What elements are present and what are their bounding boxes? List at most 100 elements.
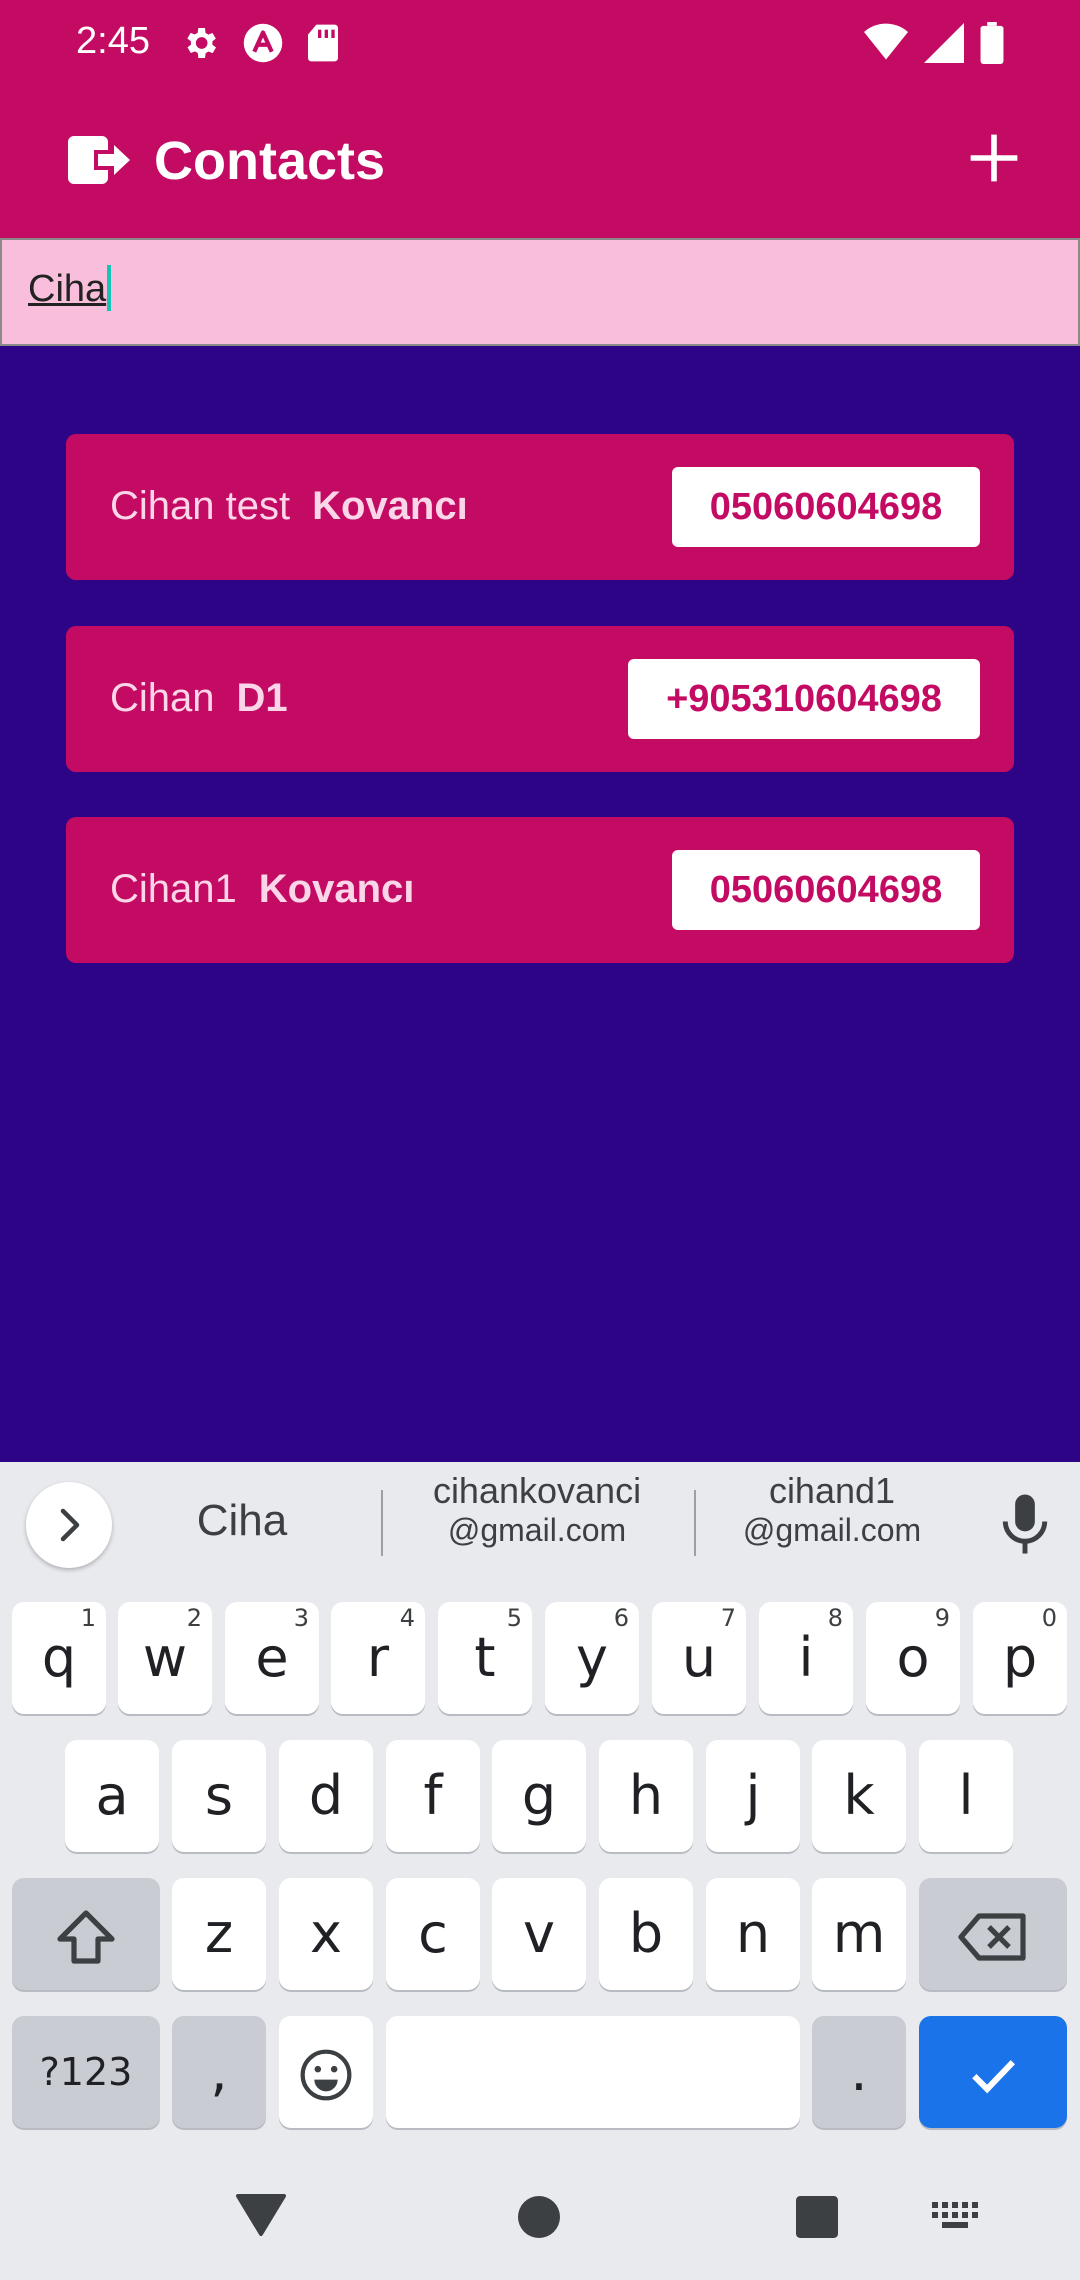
key-hint: 5 (506, 1604, 522, 1632)
key-l[interactable]: l (919, 1740, 1013, 1852)
suggestion-2[interactable]: cihankovanci @gmail.com (396, 1470, 678, 1549)
key-a[interactable]: a (65, 1740, 159, 1852)
wifi-icon (864, 23, 908, 60)
microphone-icon[interactable] (1000, 1492, 1050, 1556)
contact-name: Cihan1 Kovancı (110, 867, 414, 912)
key-m[interactable]: m (812, 1878, 906, 1990)
key-hint: 1 (80, 1604, 96, 1632)
emoji-icon (300, 2049, 352, 2101)
key-label: v (523, 1902, 555, 1965)
contact-name: Cihan D1 (110, 676, 288, 721)
suggestion-divider (694, 1490, 696, 1556)
key-c[interactable]: c (386, 1878, 480, 1990)
key-label: i (798, 1626, 814, 1689)
key-label: d (308, 1764, 344, 1827)
key-q[interactable]: q1 (12, 1602, 106, 1714)
key-f[interactable]: f (386, 1740, 480, 1852)
back-icon[interactable] (236, 2192, 286, 2238)
period-key[interactable]: . (812, 2016, 906, 2128)
contact-card[interactable]: Cihan1 Kovancı 05060604698 (66, 817, 1014, 963)
phone-button[interactable]: 05060604698 (672, 850, 980, 930)
contact-card[interactable]: Cihan test Kovancı 05060604698 (66, 434, 1014, 580)
text-cursor (107, 265, 112, 311)
contact-card[interactable]: Cihan D1 +905310604698 (66, 626, 1014, 772)
emoji-key[interactable] (279, 2016, 373, 2128)
key-label: m (832, 1902, 886, 1965)
key-label: c (418, 1902, 448, 1965)
space-key[interactable] (386, 2016, 800, 2128)
key-p[interactable]: p0 (973, 1602, 1067, 1714)
key-label: e (255, 1626, 289, 1689)
key-o[interactable]: o9 (866, 1602, 960, 1714)
key-label: y (576, 1626, 608, 1689)
symbols-key[interactable]: ?123 (12, 2016, 160, 2128)
suggestion-subtext: @gmail.com (742, 1512, 922, 1548)
suggestion-3[interactable]: cihand1 @gmail.com (710, 1470, 954, 1549)
key-hint: 3 (293, 1604, 309, 1632)
suggestion-divider (381, 1490, 383, 1556)
key-label: u (681, 1626, 717, 1689)
suggestion-1[interactable]: Ciha (140, 1496, 344, 1546)
key-j[interactable]: j (706, 1740, 800, 1852)
logout-icon[interactable] (68, 132, 130, 188)
phone-button[interactable]: 05060604698 (672, 467, 980, 547)
key-s[interactable]: s (172, 1740, 266, 1852)
contact-last-name: Kovancı (258, 867, 415, 911)
contact-first-name: Cihan1 (110, 867, 237, 911)
key-label: o (896, 1626, 930, 1689)
key-h[interactable]: h (599, 1740, 693, 1852)
key-n[interactable]: n (706, 1878, 800, 1990)
key-d[interactable]: d (279, 1740, 373, 1852)
key-label: w (142, 1626, 188, 1689)
key-label: t (474, 1626, 496, 1689)
recents-icon[interactable] (796, 2196, 838, 2238)
shift-key[interactable] (12, 1878, 160, 1990)
key-w[interactable]: w2 (118, 1602, 212, 1714)
search-input-value: Ciha (28, 268, 107, 311)
key-z[interactable]: z (172, 1878, 266, 1990)
key-k[interactable]: k (812, 1740, 906, 1852)
contact-first-name: Cihan (110, 676, 215, 720)
key-v[interactable]: v (492, 1878, 586, 1990)
home-icon[interactable] (518, 2196, 560, 2238)
search-input[interactable]: Ciha (0, 238, 1080, 346)
add-icon[interactable] (966, 130, 1022, 186)
signal-icon (924, 23, 964, 63)
expand-toolbar-button[interactable] (26, 1482, 112, 1568)
backspace-key[interactable] (919, 1878, 1067, 1990)
key-r[interactable]: r4 (331, 1602, 425, 1714)
keyboard-switch-icon[interactable] (932, 2202, 980, 2232)
key-u[interactable]: u7 (652, 1602, 746, 1714)
key-x[interactable]: x (279, 1878, 373, 1990)
key-label: f (423, 1764, 443, 1827)
comma-key[interactable]: , (172, 2016, 266, 2128)
gear-icon (187, 28, 216, 58)
key-label: r (366, 1626, 390, 1689)
shift-icon (57, 1910, 115, 1964)
contact-last-name: Kovancı (312, 484, 468, 528)
key-label: j (745, 1764, 761, 1827)
status-bar: 2:45 (0, 0, 1080, 90)
key-label: a (95, 1764, 129, 1827)
key-hint: 4 (399, 1604, 415, 1632)
key-g[interactable]: g (492, 1740, 586, 1852)
key-y[interactable]: y6 (545, 1602, 639, 1714)
suggestion-text: cihand1 (768, 1470, 896, 1511)
key-e[interactable]: e3 (225, 1602, 319, 1714)
key-label: z (204, 1902, 234, 1965)
key-b[interactable]: b (599, 1878, 693, 1990)
enter-key[interactable] (919, 2016, 1067, 2128)
backspace-icon (958, 1913, 1026, 1961)
status-time: 2:45 (76, 20, 150, 62)
on-screen-keyboard: Ciha cihankovanci @gmail.com cihand1 @gm… (0, 1462, 1080, 2280)
key-t[interactable]: t5 (438, 1602, 532, 1714)
app-bar: Contacts (0, 90, 1080, 238)
key-label: s (204, 1764, 234, 1827)
key-hint: 2 (186, 1604, 202, 1632)
key-label: p (1002, 1626, 1038, 1689)
key-label: b (628, 1902, 664, 1965)
key-i[interactable]: i8 (759, 1602, 853, 1714)
key-label: x (310, 1902, 342, 1965)
checkmark-icon (972, 2060, 1016, 2094)
phone-button[interactable]: +905310604698 (628, 659, 980, 739)
